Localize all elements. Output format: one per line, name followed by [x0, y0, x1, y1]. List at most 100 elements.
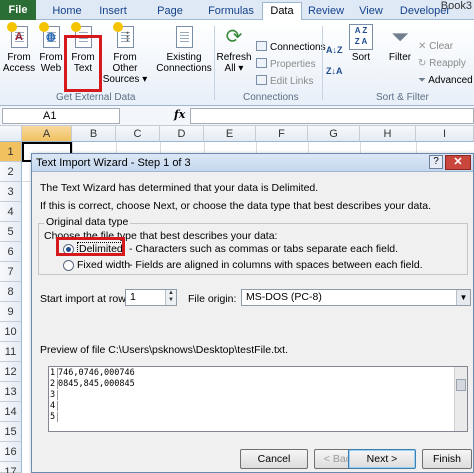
help-button[interactable]: ? [429, 155, 443, 169]
sort-za-button[interactable]: Z↓A [326, 65, 343, 77]
tab-file[interactable]: File [0, 0, 36, 20]
fixed-width-label[interactable]: Fixed width [77, 259, 130, 271]
row-header[interactable]: 3 [0, 182, 22, 202]
row-header[interactable]: 8 [0, 282, 22, 302]
ribbon-tab-bar: File Home Insert Page Layout Formulas Da… [0, 0, 474, 33]
fixed-width-description: - Fields are aligned in columns with spa… [129, 259, 423, 271]
from-other-line2: Sources ▾ [102, 74, 148, 85]
tab-formulas[interactable]: Formulas [206, 3, 256, 20]
existing-connections-button[interactable]: Existing Connections [154, 24, 214, 74]
edit-links-icon [256, 75, 267, 85]
row-header[interactable]: 13 [0, 382, 22, 402]
next-button[interactable]: Next > [348, 449, 416, 469]
row-header[interactable]: 16 [0, 442, 22, 462]
refresh-line2: All ▾ [224, 63, 244, 74]
tab-view[interactable]: View [354, 3, 388, 20]
tab-page-layout[interactable]: Page Layout [140, 3, 200, 33]
reapply-button[interactable]: ↻ Reapply [418, 58, 466, 70]
preview-line: 2 0845,845,000845 [50, 379, 135, 389]
connections-group-label: Connections [243, 92, 299, 103]
name-box[interactable]: A1 [2, 108, 120, 124]
file-origin-select[interactable]: MS-DOS (PC-8) ▼ [241, 289, 471, 306]
preview-label: Preview of file C:\Users\psknows\Desktop… [40, 344, 288, 356]
sort-button[interactable]: A ZZ A Sort [346, 24, 376, 63]
delimited-description: - Characters such as commas or tabs sepa… [129, 243, 399, 255]
delimited-highlight [56, 237, 125, 256]
clear-filter-button[interactable]: ✕ Clear [418, 41, 453, 53]
start-row-stepper[interactable]: 1 ▲ ▼ [125, 289, 177, 306]
cancel-label: Cancel [257, 453, 291, 465]
column-header[interactable]: G [308, 126, 360, 142]
connections-icon [256, 41, 267, 51]
access-icon: A [7, 22, 31, 50]
refresh-icon: ⟳ [225, 26, 243, 48]
column-header[interactable]: C [116, 126, 160, 142]
fixed-width-radio[interactable] [63, 260, 74, 271]
tab-data[interactable]: Data [262, 2, 302, 21]
existing-line2: Connections [156, 63, 212, 74]
reapply-label: Reapply [429, 58, 466, 69]
column-header[interactable]: D [160, 126, 204, 142]
get-external-data-group-label: Get External Data [56, 92, 136, 103]
preview-line: 1 746,0746,000746 [50, 368, 135, 378]
dialog-title: Text Import Wizard - Step 1 of 3 [32, 154, 473, 172]
existing-line1: Existing [166, 52, 202, 63]
formula-input[interactable] [190, 108, 474, 124]
row-header[interactable]: 7 [0, 262, 22, 282]
refresh-all-button[interactable]: ⟳ Refresh All ▾ [216, 24, 252, 74]
scroll-thumb[interactable] [456, 379, 466, 391]
preview-vertical-scrollbar[interactable] [454, 367, 467, 431]
edit-links-label: Edit Links [270, 76, 314, 87]
other-sources-icon: ⋮ [113, 22, 137, 50]
properties-icon [256, 58, 267, 68]
clear-icon: ✕ [418, 41, 430, 52]
spin-arrows-icon[interactable]: ▲ ▼ [165, 290, 176, 305]
edit-links-button[interactable]: Edit Links [256, 75, 313, 88]
row-header[interactable]: 17 [0, 462, 22, 473]
file-origin-value: MS-DOS (PC-8) [246, 291, 322, 303]
row-header[interactable]: 1 [0, 142, 22, 162]
tab-insert[interactable]: Insert [92, 3, 134, 20]
row-header[interactable]: 12 [0, 362, 22, 382]
from-web-button[interactable]: ◍ From Web [36, 22, 66, 74]
column-header[interactable]: E [204, 126, 256, 142]
tab-home[interactable]: Home [48, 3, 86, 20]
row-header[interactable]: 6 [0, 242, 22, 262]
row-header[interactable]: 4 [0, 202, 22, 222]
from-web-line2: Web [40, 63, 62, 74]
column-header[interactable]: A [22, 126, 72, 142]
sort-icon: A ZZ A [349, 24, 373, 50]
select-all-corner[interactable] [0, 126, 22, 142]
next-label: Next > [366, 453, 398, 465]
column-header[interactable]: I [416, 126, 474, 142]
preview-line: 3 [49, 390, 58, 400]
file-preview[interactable]: 1 746,0746,000746 2 0845,845,000845 3 4 5 [48, 366, 468, 432]
from-access-line2: Access [2, 63, 36, 74]
row-header[interactable]: 15 [0, 422, 22, 442]
close-button[interactable]: ✕ [445, 155, 471, 170]
properties-label: Properties [270, 59, 316, 70]
row-header[interactable]: 11 [0, 342, 22, 362]
row-header[interactable]: 2 [0, 162, 22, 182]
cancel-button[interactable]: Cancel [240, 449, 308, 469]
sort-az-button[interactable]: A↓Z [326, 44, 343, 56]
insert-function-icon[interactable]: fx [174, 108, 185, 121]
column-header[interactable]: B [72, 126, 116, 142]
row-header[interactable]: 14 [0, 402, 22, 422]
from-other-sources-button[interactable]: ⋮ From Other Sources ▾ [100, 22, 150, 85]
filter-button[interactable]: ⏷ Filter [384, 24, 416, 63]
tab-review[interactable]: Review [306, 3, 346, 20]
column-header[interactable]: H [360, 126, 416, 142]
column-header[interactable]: F [256, 126, 308, 142]
advanced-filter-button[interactable]: ⏷ Advanced [418, 75, 473, 87]
row-header[interactable]: 9 [0, 302, 22, 322]
properties-button[interactable]: Properties [256, 58, 316, 71]
row-header[interactable]: 5 [0, 222, 22, 242]
chevron-down-icon[interactable]: ▼ [456, 290, 470, 305]
from-access-button[interactable]: A From Access [2, 22, 36, 74]
intro-text-2: If this is correct, choose Next, or choo… [40, 200, 432, 212]
row-header[interactable]: 10 [0, 322, 22, 342]
finish-button[interactable]: Finish [422, 449, 472, 469]
connections-button[interactable]: Connections [256, 41, 326, 54]
clear-label: Clear [429, 41, 454, 52]
